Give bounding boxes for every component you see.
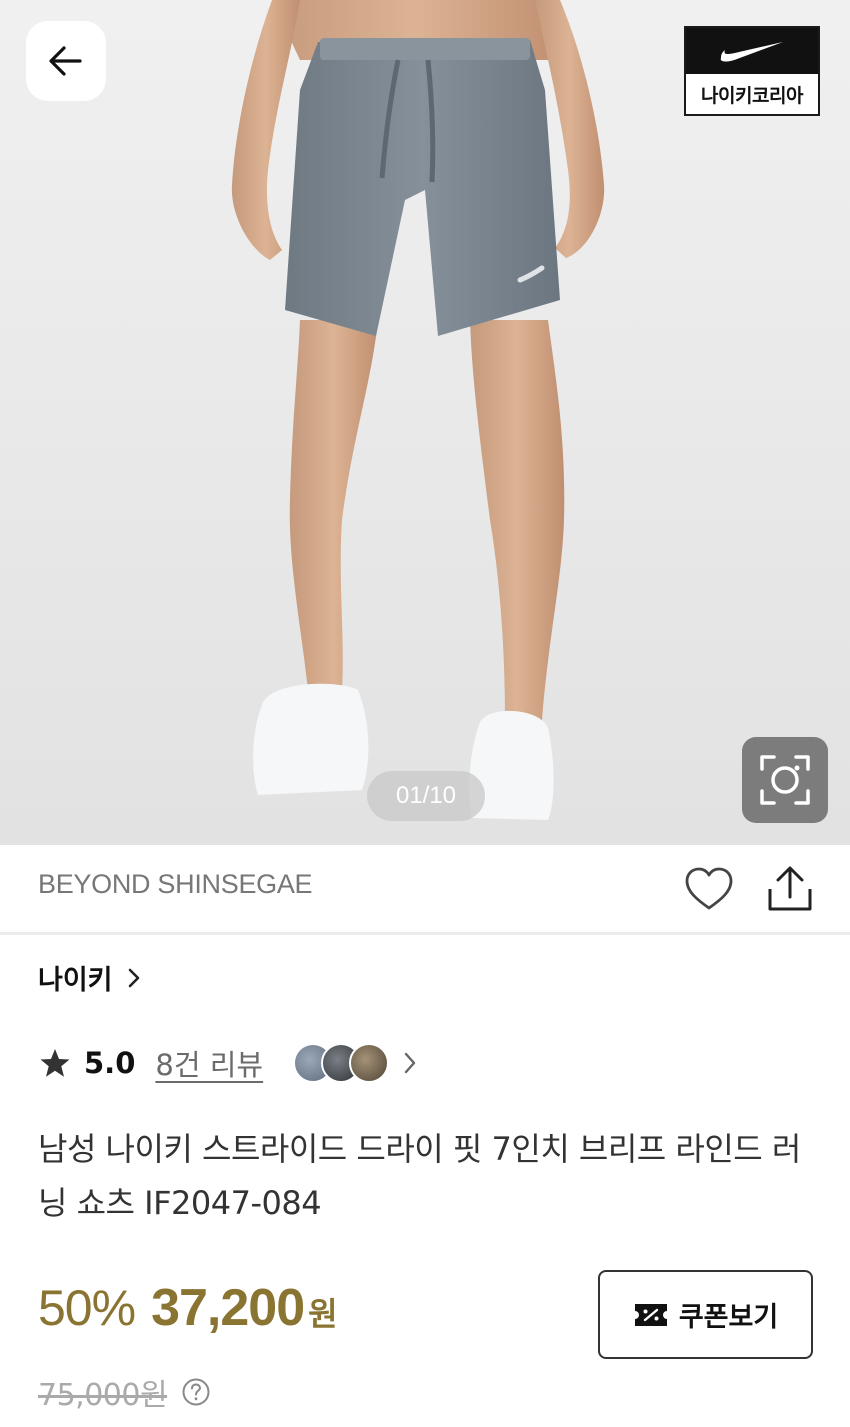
- brand-link[interactable]: 나이키: [38, 958, 143, 997]
- swoosh-icon: [720, 42, 783, 62]
- product-photo: [0, 0, 850, 845]
- image-search-button[interactable]: [742, 737, 828, 823]
- share-icon: [768, 866, 812, 911]
- store-row: BEYOND SHINSEGAE: [0, 845, 850, 935]
- question-circle-icon[interactable]: [181, 1377, 211, 1407]
- chevron-right-icon: [128, 968, 139, 987]
- discount-rate: 50%: [38, 1280, 136, 1336]
- review-photo-thumbnails[interactable]: [293, 1043, 390, 1083]
- star-icon: [40, 1049, 70, 1077]
- store-name[interactable]: BEYOND SHINSEGAE: [38, 869, 313, 900]
- sale-price: 37,200: [151, 1279, 305, 1337]
- back-button[interactable]: [26, 21, 106, 101]
- coupon-button-label: 쿠폰보기: [678, 1302, 779, 1333]
- brand-logo-text: 나이키코리아: [701, 84, 803, 107]
- wishlist-button[interactable]: [682, 863, 736, 917]
- image-counter: 01/10: [367, 771, 485, 821]
- rating-row: 5.0 8건 리뷰: [38, 1040, 419, 1086]
- chevron-right-icon[interactable]: [401, 1049, 419, 1077]
- original-price: 75,000원: [38, 1378, 168, 1413]
- currency-unit: 원: [308, 1295, 338, 1333]
- product-image-gallery[interactable]: 나이키코리아 01/10: [0, 0, 850, 845]
- arrow-left-icon: [49, 46, 82, 76]
- price-row: 50% 37,200 원: [38, 1278, 338, 1338]
- heart-icon: [685, 867, 733, 910]
- review-thumbnail: [349, 1043, 390, 1083]
- rating-score: 5.0: [84, 1046, 136, 1080]
- share-button[interactable]: [764, 863, 816, 917]
- original-price-row: 75,000원: [38, 1370, 211, 1414]
- review-count-link[interactable]: 8건 리뷰: [155, 1042, 263, 1084]
- coupon-ticket-icon: [634, 1303, 667, 1326]
- brand-name: 나이키: [38, 965, 113, 996]
- brand-logo: 나이키코리아: [684, 26, 820, 116]
- product-title: 남성 나이키 스트라이드 드라이 핏 7인치 브리프 라인드 러닝 쇼츠 IF2…: [38, 1130, 801, 1222]
- camera-lens-icon: [760, 755, 810, 805]
- coupon-button[interactable]: 쿠폰보기: [598, 1270, 813, 1359]
